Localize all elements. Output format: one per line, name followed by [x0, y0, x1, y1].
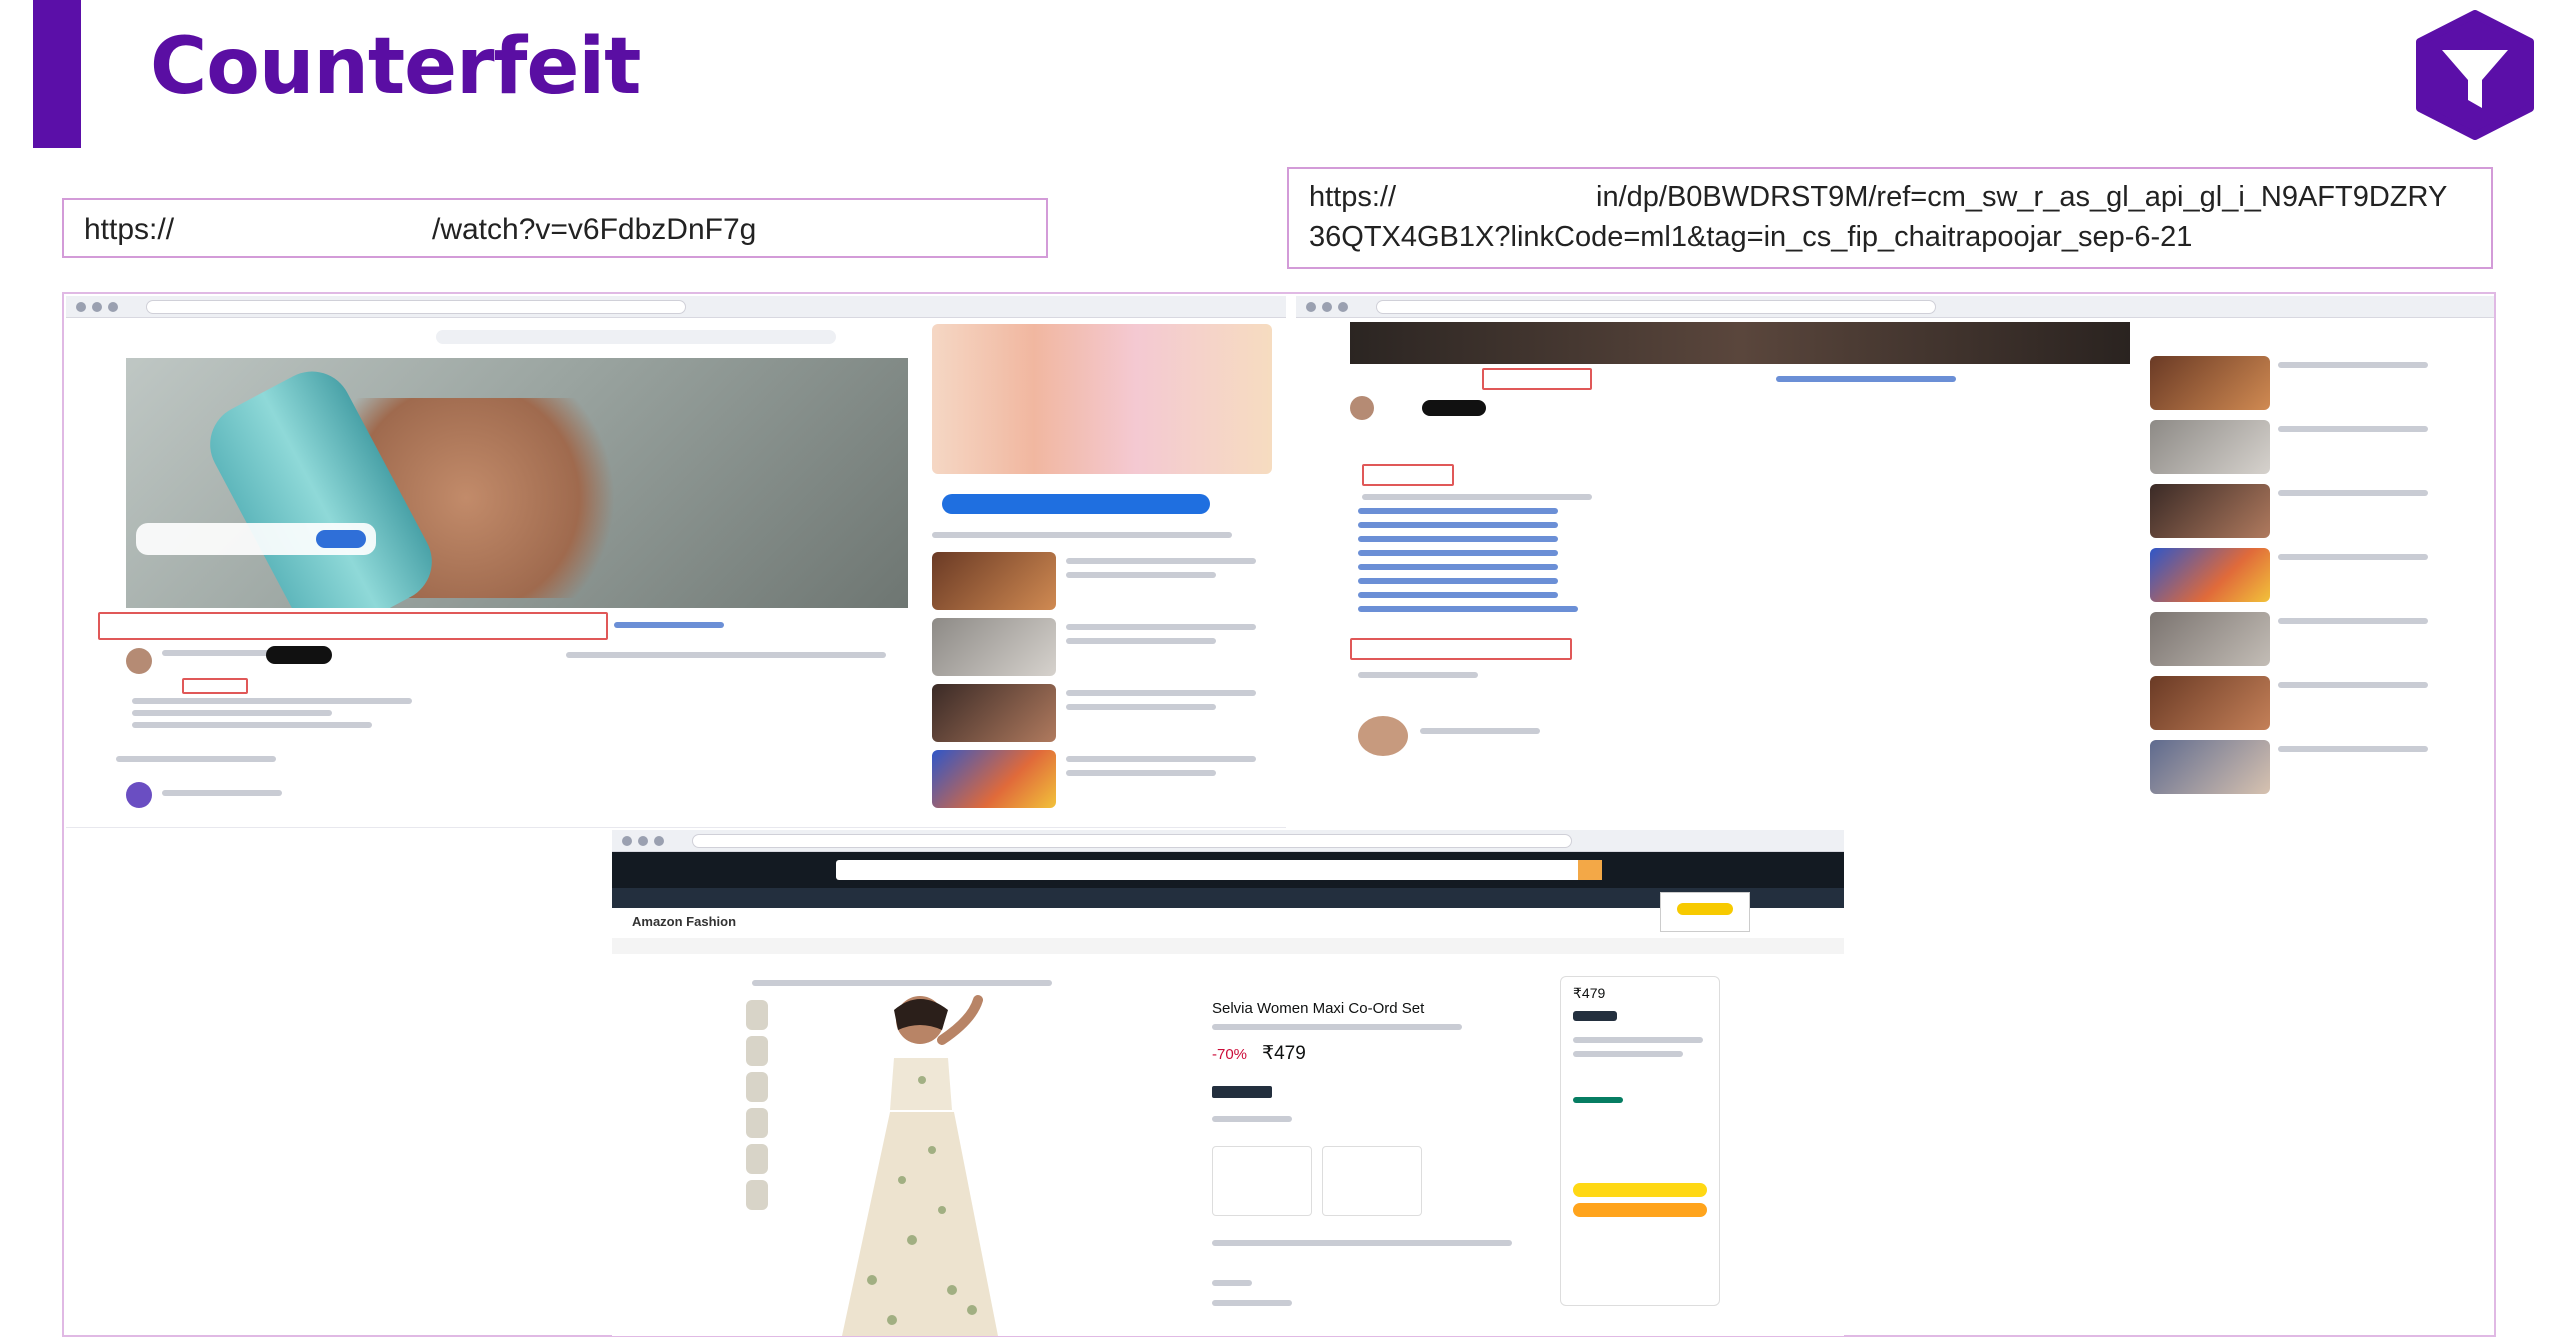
product-url-prefix: https://: [1309, 181, 1397, 213]
add-to-cart-button: [1573, 1183, 1707, 1197]
video-url-prefix: https://: [84, 213, 175, 246]
buy-box-price: ₹479: [1573, 985, 1606, 1001]
amazon-header: [612, 852, 1844, 888]
product-url-query: 36QTX4GB1X?linkCode=ml1&tag=in_cs_fip_ch…: [1309, 221, 2193, 253]
channel-avatar: [126, 648, 152, 674]
buy-now-button: [1573, 1203, 1707, 1217]
product-discount: -70%: [1212, 1046, 1248, 1063]
browser-toolbar: [1296, 296, 2494, 318]
product-model-image: [842, 995, 998, 1336]
address-bar: [1376, 300, 1936, 314]
user-avatar: [126, 782, 152, 808]
funnel-hexagon-logo-icon: [2416, 10, 2534, 140]
product-url-path: in/dp/B0BWDRST9M/ref=cm_sw_r_as_gl_api_g…: [1596, 181, 2448, 213]
browser-toolbar: [66, 296, 1286, 318]
product-price: ₹479: [1262, 1043, 1306, 1064]
video-url-path: /watch?v=v6FdbzDnF7g: [432, 213, 757, 246]
subscribe-button: [266, 646, 332, 664]
screenshots-panel: Amazon Fashion Selvia Women Maxi Co-Ord …: [62, 292, 2496, 1337]
video-player: [1350, 322, 2130, 364]
amazon-screenshot: Amazon Fashion Selvia Women Maxi Co-Ord …: [612, 830, 1844, 1336]
product-grid-thumbnails: [932, 324, 1272, 474]
slide-title: Counterfeit: [150, 22, 641, 112]
buy-box: ₹479: [1560, 976, 1720, 1306]
highlight-box: [98, 612, 608, 640]
search-field: [436, 330, 836, 344]
title-accent-bar: [33, 0, 81, 148]
youtube-screenshot-right: [1296, 296, 2494, 828]
shop-now-pill: [316, 530, 366, 548]
product-url-box: https:// in/dp/B0BWDRST9M/ref=cm_sw_r_as…: [1287, 167, 2493, 269]
search-icon: [1578, 860, 1602, 880]
address-bar: [692, 834, 1572, 848]
browser-toolbar: [612, 830, 1844, 852]
video-player: [126, 358, 908, 608]
shop-now-button: [942, 494, 1210, 514]
youtube-screenshot-left: [66, 296, 1286, 828]
amazon-fashion-brand: Amazon Fashion: [632, 914, 737, 929]
product-title: Selvia Women Maxi Co-Ord Set: [1212, 1000, 1425, 1017]
address-bar: [146, 300, 686, 314]
video-url-box: https:// /watch?v=v6FdbzDnF7g: [62, 198, 1048, 258]
